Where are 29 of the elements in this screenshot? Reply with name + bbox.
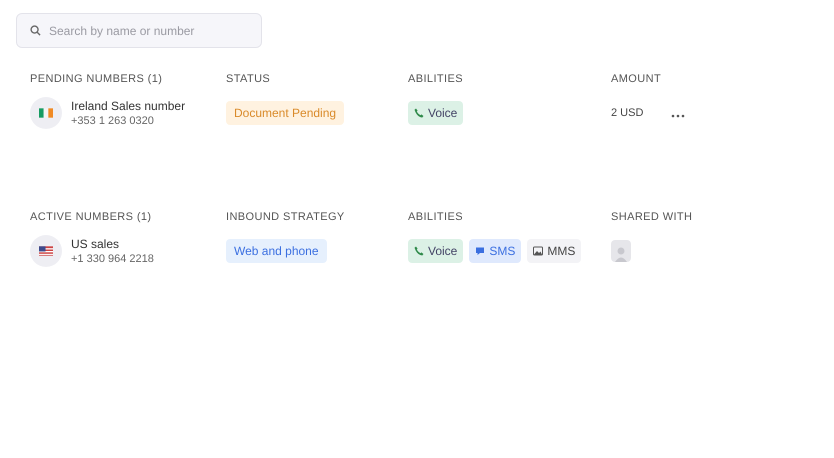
- amount: 2 USD: [611, 107, 644, 119]
- number-name: Ireland Sales number: [71, 99, 186, 113]
- search-field[interactable]: Search by name or number: [16, 13, 262, 48]
- column-header: PENDING NUMBERS (1): [30, 73, 162, 85]
- ability-tag: Voice: [408, 101, 464, 125]
- ability-tag: SMS: [469, 239, 522, 263]
- column-header: INBOUND STRATEGY: [226, 211, 345, 223]
- search-icon: [30, 25, 41, 36]
- user-avatar-icon: [611, 240, 631, 262]
- ability-tag: Voice: [408, 239, 464, 263]
- column-header: SHARED WITH: [611, 211, 692, 223]
- flag-icon: [39, 108, 53, 118]
- number-name: US sales: [71, 237, 120, 251]
- image-icon: [533, 246, 544, 256]
- phone-number: +353 1 263 0320: [71, 115, 155, 127]
- status-badge: Web and phone: [226, 239, 327, 263]
- column-header: STATUS: [226, 73, 270, 85]
- column-header: ACTIVE NUMBERS (1): [30, 211, 152, 223]
- column-header: ABILITIES: [408, 73, 463, 85]
- status-badge: Document Pending: [226, 101, 344, 125]
- more-icon: [671, 114, 686, 118]
- chat-bubble-icon: [475, 246, 486, 256]
- column-header: ABILITIES: [408, 211, 463, 223]
- flag-icon: [39, 246, 53, 256]
- ability-tag: MMS: [527, 239, 582, 263]
- column-header: AMOUNT: [611, 73, 662, 85]
- phone-icon: [414, 246, 424, 256]
- phone-icon: [414, 108, 424, 118]
- phone-number: +1 330 964 2218: [71, 253, 154, 265]
